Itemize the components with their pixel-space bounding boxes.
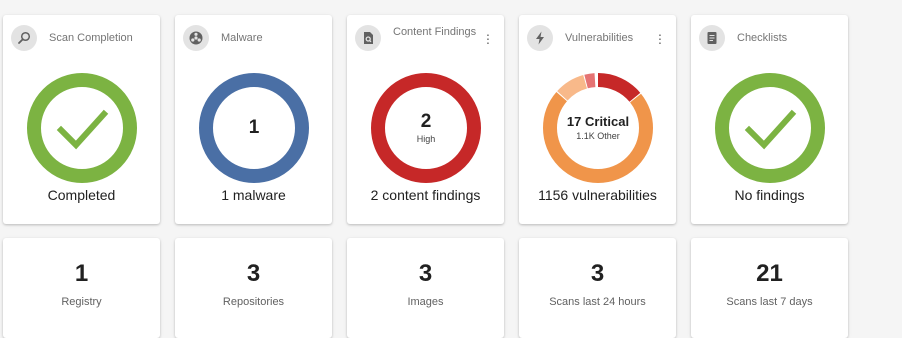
completion-ring	[26, 72, 138, 184]
checkmark-icon	[744, 109, 797, 150]
findings-count: 2	[420, 111, 432, 132]
images-stat-card[interactable]: 3 Images	[347, 238, 504, 338]
malware-count: 1	[248, 117, 260, 138]
content-findings-card[interactable]: Content Findings · · · 2 High 2 content fi…	[347, 15, 504, 224]
search-icon	[11, 25, 37, 51]
other-count: 1.1K Other	[576, 131, 620, 141]
registry-stat-card[interactable]: 1 Registry	[3, 238, 160, 338]
card-header: Checklists	[699, 25, 840, 59]
findings-severity: High	[416, 134, 436, 144]
more-vert-icon[interactable]: · · ·	[655, 27, 665, 49]
card-caption: 1 malware	[221, 187, 286, 203]
card-title: Content Findings	[393, 26, 477, 38]
stat-label: Repositories	[222, 296, 285, 308]
card-header: Content Findings · · ·	[355, 25, 496, 59]
card-title: Scan Completion	[49, 32, 133, 44]
card-caption: Completed	[47, 187, 116, 203]
card-caption: 1156 vulnerabilities	[538, 187, 657, 203]
stat-label: Scans last 24 hours	[549, 296, 646, 308]
ring-center: 2 High	[370, 72, 482, 184]
scan-completion-card[interactable]: Scan Completion Completed	[3, 15, 160, 224]
repositories-stat-card[interactable]: 3 Repositories	[175, 238, 332, 338]
vulnerabilities-card[interactable]: Vulnerabilities · · · 17 Critical 1.1K Oth…	[519, 15, 676, 224]
stat-value: 3	[418, 260, 433, 287]
checkmark-icon	[56, 109, 109, 150]
card-caption: No findings	[734, 187, 805, 203]
stat-value: 3	[590, 260, 605, 287]
card-header: Malware	[183, 25, 324, 59]
card-title: Vulnerabilities	[565, 32, 634, 44]
stat-value: 1	[74, 260, 89, 287]
scans-24h-stat-card[interactable]: 3 Scans last 24 hours	[519, 238, 676, 338]
stat-value: 3	[246, 260, 261, 287]
stat-label: Registry	[61, 296, 102, 308]
stat-label: Scans last 7 days	[726, 296, 813, 308]
critical-count: 17 Critical	[566, 114, 630, 129]
stat-label: Images	[407, 296, 444, 308]
ring-center: 1	[198, 72, 310, 184]
more-vert-icon[interactable]: · · ·	[483, 27, 493, 49]
card-header: Vulnerabilities · · ·	[527, 25, 668, 59]
card-title: Malware	[221, 32, 263, 44]
card-title: Checklists	[737, 32, 788, 44]
checklists-card[interactable]: Checklists No findings	[691, 15, 848, 224]
document-search-icon	[355, 25, 381, 51]
biohazard-icon	[183, 25, 209, 51]
stat-value: 21	[756, 260, 783, 287]
checklist-icon	[699, 25, 725, 51]
card-caption: 2 content findings	[370, 187, 481, 203]
malware-card[interactable]: Malware 1 1 malware	[175, 15, 332, 224]
ring-center: 17 Critical 1.1K Other	[542, 72, 654, 184]
card-header: Scan Completion	[11, 25, 152, 59]
lightning-icon	[527, 25, 553, 51]
checklists-ring	[714, 72, 826, 184]
scans-7d-stat-card[interactable]: 21 Scans last 7 days	[691, 238, 848, 338]
